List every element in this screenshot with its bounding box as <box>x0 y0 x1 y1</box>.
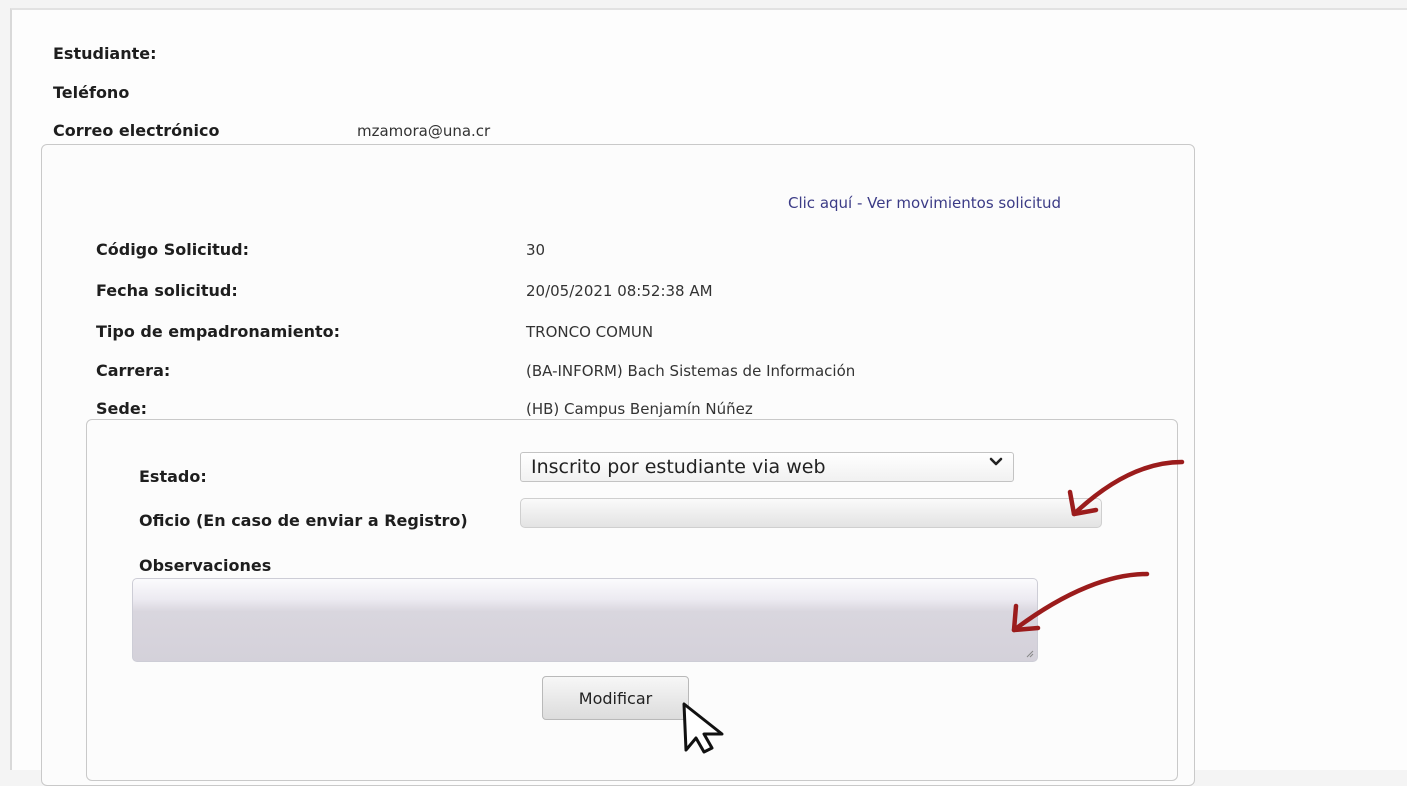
oficio-input[interactable] <box>520 498 1102 528</box>
carrera-value: (BA-INFORM) Bach Sistemas de Información <box>526 362 856 380</box>
carrera-label: Carrera: <box>96 361 171 380</box>
sede-value: (HB) Campus Benjamín Núñez <box>526 400 753 418</box>
estado-selected-value: Inscrito por estudiante via web <box>531 456 826 478</box>
codigo-value: 30 <box>526 241 546 259</box>
oficio-label: Oficio (En caso de enviar a Registro) <box>139 511 468 530</box>
tipo-value: TRONCO COMUN <box>526 323 654 341</box>
resize-grip-icon[interactable] <box>1026 650 1034 658</box>
ver-movimientos-link[interactable]: Clic aquí - Ver movimientos solicitud <box>788 194 1061 212</box>
sede-label: Sede: <box>96 399 148 418</box>
observaciones-label: Observaciones <box>139 556 272 575</box>
correo-label: Correo electrónico <box>53 121 220 140</box>
fecha-value: 20/05/2021 08:52:38 AM <box>526 282 713 300</box>
modificar-button[interactable]: Modificar <box>542 676 689 720</box>
observaciones-textarea[interactable] <box>132 578 1038 662</box>
correo-value: mzamora@una.cr <box>357 122 491 140</box>
tipo-label: Tipo de empadronamiento: <box>96 322 341 341</box>
estado-label: Estado: <box>139 467 207 486</box>
codigo-label: Código Solicitud: <box>96 240 250 259</box>
estado-select[interactable]: Inscrito por estudiante via web <box>520 452 1014 482</box>
estudiante-label: Estudiante: <box>53 44 157 63</box>
chevron-down-icon <box>989 455 1003 473</box>
telefono-label: Teléfono <box>53 83 130 102</box>
fecha-label: Fecha solicitud: <box>96 281 238 300</box>
